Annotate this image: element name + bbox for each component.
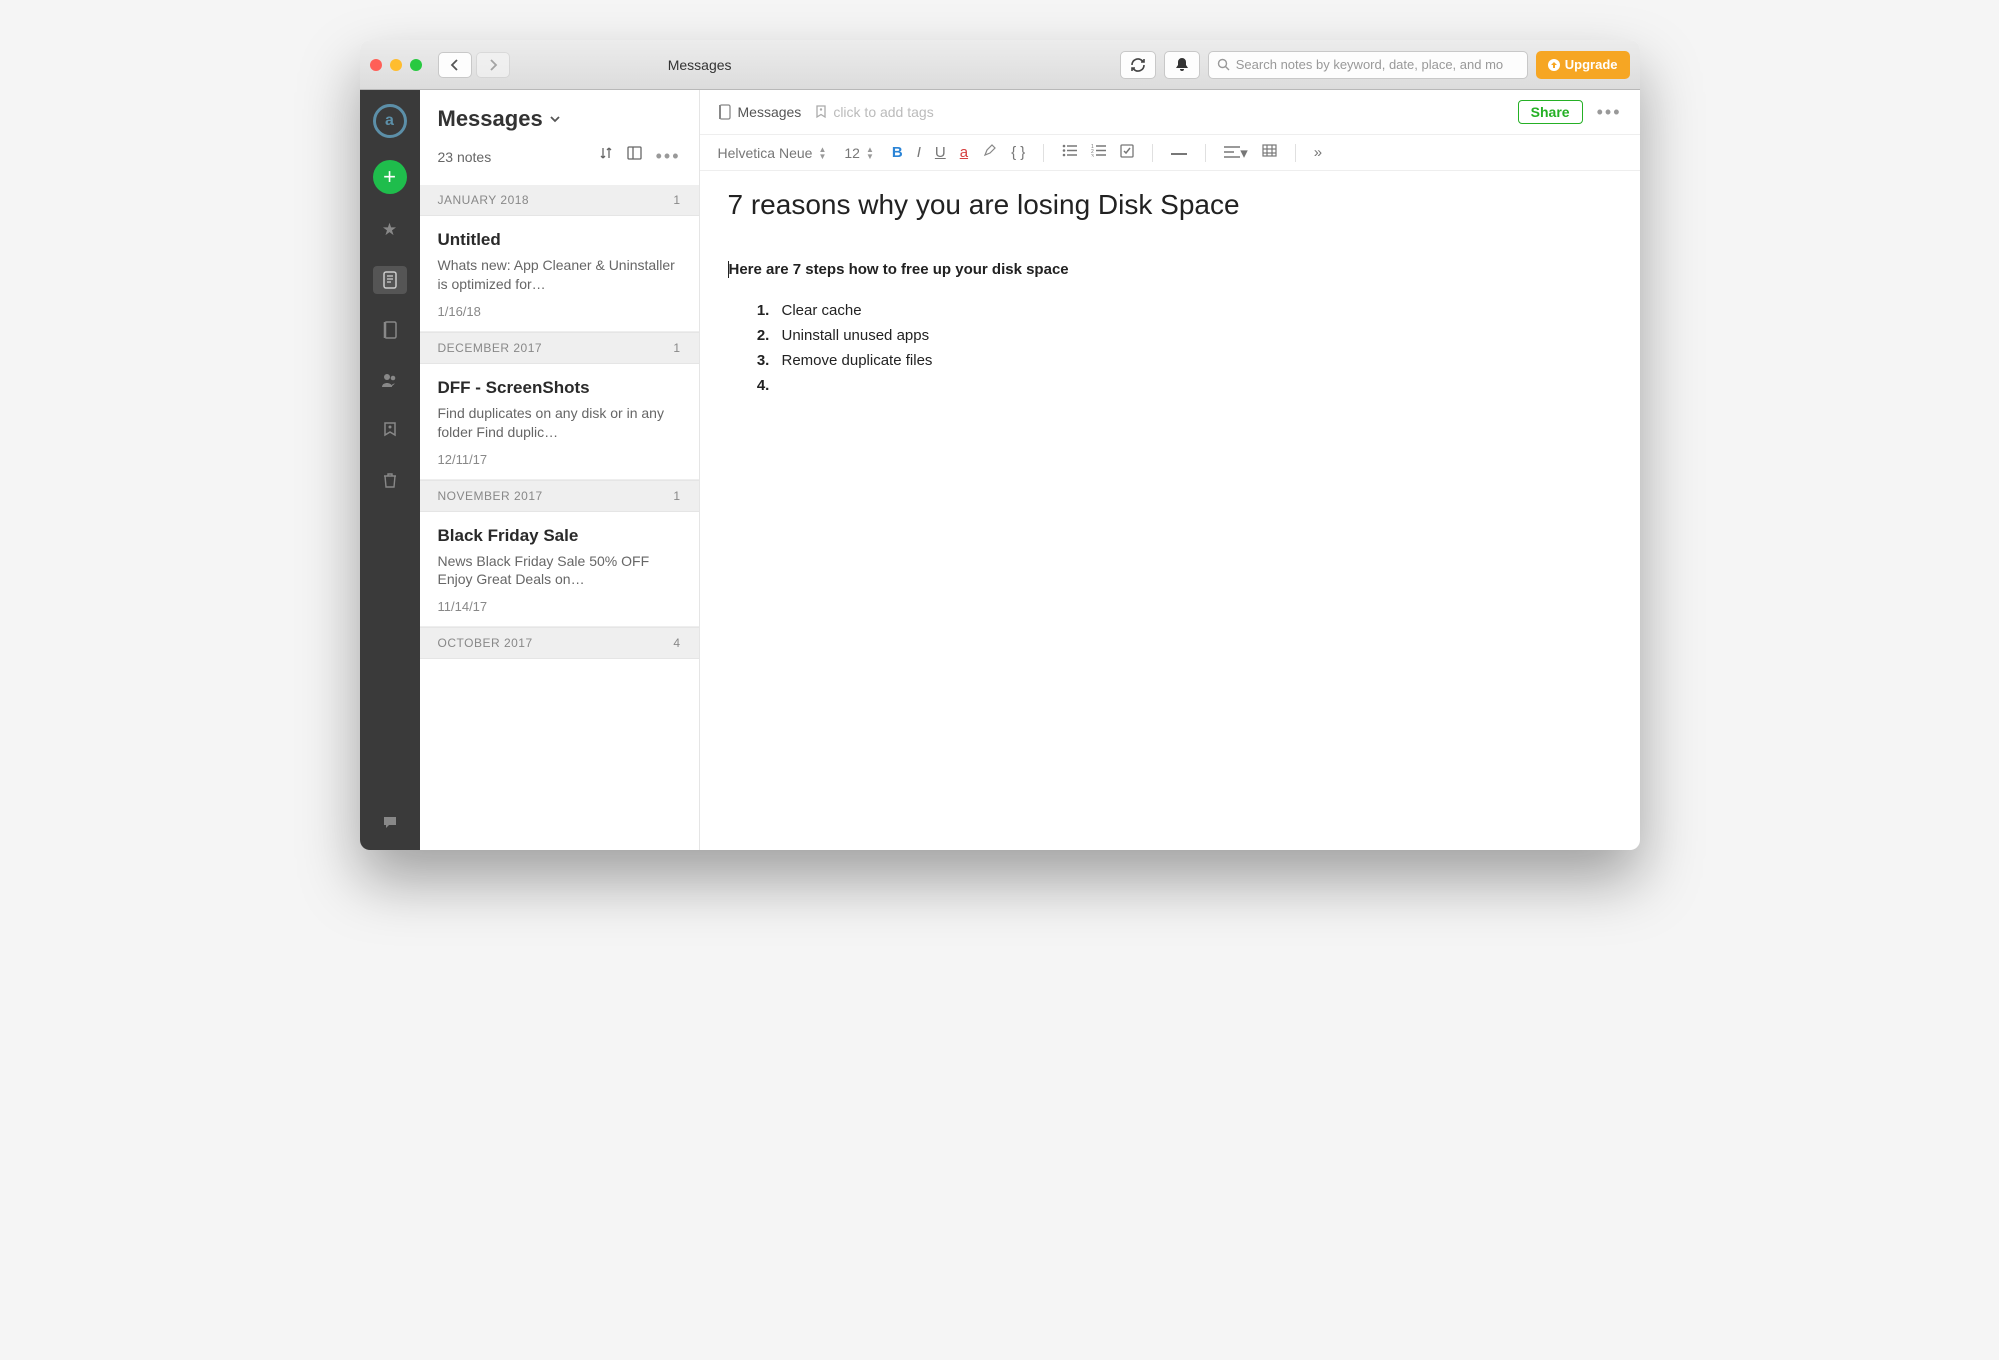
note-item[interactable]: Untitled Whats new: App Cleaner & Uninsta…: [420, 216, 699, 332]
titlebar-right: Search notes by keyword, date, place, an…: [1120, 51, 1630, 79]
format-toolbar: Helvetica Neue ▲▼ 12 ▲▼ B I U a { }: [700, 135, 1640, 171]
list-item[interactable]: Clear cache: [774, 302, 1612, 319]
font-selector[interactable]: Helvetica Neue ▲▼: [718, 145, 827, 161]
code-button[interactable]: { }: [1011, 144, 1025, 161]
app-logo-icon[interactable]: a: [373, 104, 407, 138]
list-item[interactable]: [774, 377, 1612, 394]
notifications-button[interactable]: [1164, 51, 1200, 79]
editor-header: Messages click to add tags Share •••: [700, 90, 1640, 135]
shared-icon[interactable]: [373, 366, 407, 394]
size-selector[interactable]: 12 ▲▼: [844, 145, 874, 161]
notebooks-icon[interactable]: [373, 316, 407, 344]
note-item-title: DFF - ScreenShots: [438, 378, 681, 398]
list-more-button[interactable]: •••: [656, 146, 681, 167]
tags-field[interactable]: click to add tags: [815, 104, 933, 120]
note-item-snippet: News Black Friday Sale 50% OFF Enjoy Gre…: [438, 552, 681, 590]
table-button[interactable]: [1262, 144, 1277, 161]
editor: Messages click to add tags Share ••• Hel…: [700, 90, 1640, 850]
note-item-date: 11/14/17: [438, 599, 681, 614]
search-input[interactable]: Search notes by keyword, date, place, an…: [1208, 51, 1528, 79]
font-stepper-icon: ▲▼: [818, 146, 826, 160]
view-button[interactable]: [627, 146, 642, 167]
note-item[interactable]: DFF - ScreenShots Find duplicates on any …: [420, 364, 699, 480]
note-item-date: 1/16/18: [438, 304, 681, 319]
search-icon: [1217, 58, 1230, 71]
forward-button[interactable]: [476, 52, 510, 78]
group-header[interactable]: JANUARY 20181: [420, 185, 699, 216]
bold-button[interactable]: B: [892, 144, 903, 161]
list-item[interactable]: Remove duplicate files: [774, 352, 1612, 369]
workchat-icon[interactable]: [373, 808, 407, 836]
upgrade-icon: [1548, 59, 1560, 71]
size-stepper-icon: ▲▼: [866, 146, 874, 160]
note-item-snippet: Find duplicates on any disk or in any fo…: [438, 404, 681, 442]
bullet-list-button[interactable]: [1062, 144, 1077, 161]
align-button[interactable]: ▾: [1224, 144, 1248, 162]
editor-more-button[interactable]: •••: [1597, 102, 1622, 123]
tag-icon: [815, 105, 827, 120]
text-color-button[interactable]: a: [960, 144, 968, 161]
icon-rail: a + ★: [360, 90, 420, 850]
italic-button[interactable]: I: [917, 144, 921, 161]
group-header[interactable]: OCTOBER 20174: [420, 627, 699, 659]
titlebar: Messages Search notes by keyword, date, …: [360, 40, 1640, 90]
group-header[interactable]: DECEMBER 20171: [420, 332, 699, 364]
hr-button[interactable]: [1171, 144, 1187, 161]
notebook-selector[interactable]: Messages: [718, 104, 802, 120]
notes-icon[interactable]: [373, 266, 407, 294]
search-placeholder: Search notes by keyword, date, place, an…: [1236, 57, 1503, 72]
new-note-button[interactable]: +: [373, 160, 407, 194]
shortcuts-icon[interactable]: ★: [373, 216, 407, 244]
chevron-down-icon: [549, 114, 561, 124]
note-item-date: 12/11/17: [438, 452, 681, 467]
group-header[interactable]: NOVEMBER 20171: [420, 480, 699, 512]
trash-icon[interactable]: [373, 466, 407, 494]
note-subhead[interactable]: Here are 7 steps how to free up your dis…: [728, 261, 1612, 278]
note-item-title: Untitled: [438, 230, 681, 250]
note-item[interactable]: Black Friday Sale News Black Friday Sale …: [420, 512, 699, 628]
window-title: Messages: [360, 57, 1110, 73]
list-header: Messages 23 notes •••: [420, 90, 699, 175]
note-title[interactable]: 7 reasons why you are losing Disk Space: [728, 189, 1612, 221]
notebook-icon: [718, 104, 732, 120]
upgrade-button[interactable]: Upgrade: [1536, 51, 1630, 79]
note-item-title: Black Friday Sale: [438, 526, 681, 546]
note-list: Messages 23 notes ••• JANUARY 20181Untit…: [420, 90, 700, 850]
groups-container: JANUARY 20181 Untitled Whats new: App Clea…: [420, 175, 699, 659]
underline-button[interactable]: U: [935, 144, 946, 161]
sync-button[interactable]: [1120, 51, 1156, 79]
sort-button[interactable]: [599, 146, 613, 167]
body: a + ★ Me: [360, 90, 1640, 850]
highlight-button[interactable]: [982, 143, 997, 162]
checklist-button[interactable]: [1120, 144, 1134, 162]
upgrade-label: Upgrade: [1565, 57, 1618, 72]
app-window: Messages Search notes by keyword, date, …: [360, 40, 1640, 850]
share-button[interactable]: Share: [1518, 100, 1583, 124]
note-item-snippet: Whats new: App Cleaner & Uninstaller is …: [438, 256, 681, 294]
ordered-list[interactable]: Clear cache Uninstall unused apps Remove d…: [774, 302, 1612, 394]
numbered-list-button[interactable]: 123: [1091, 144, 1106, 161]
svg-text:3: 3: [1091, 154, 1094, 157]
list-title[interactable]: Messages: [438, 106, 681, 132]
note-body[interactable]: 7 reasons why you are losing Disk Space …: [700, 171, 1640, 420]
note-count: 23 notes: [438, 149, 492, 165]
tags-icon[interactable]: [373, 416, 407, 444]
more-tools-button[interactable]: »: [1314, 144, 1322, 161]
list-item[interactable]: Uninstall unused apps: [774, 327, 1612, 344]
